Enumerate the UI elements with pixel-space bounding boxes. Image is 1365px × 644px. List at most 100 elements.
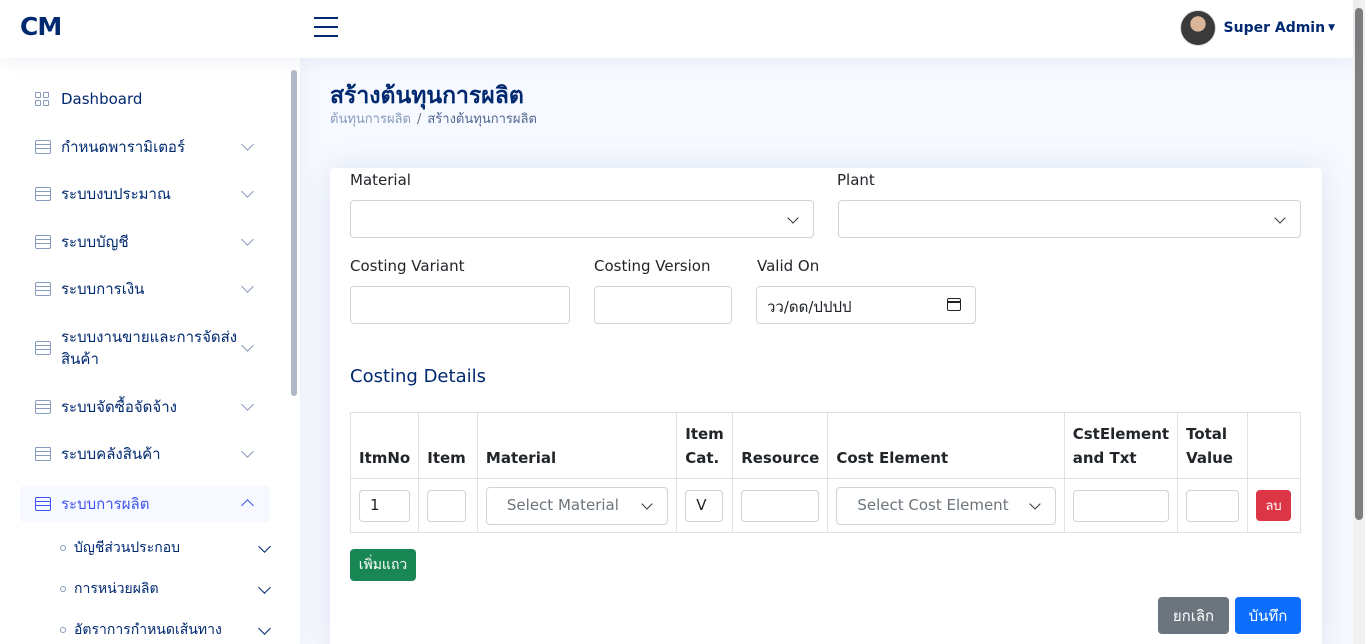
valid-on-date-input[interactable]: วว/ดด/ปปปป [756, 286, 976, 324]
chevron-down-icon [258, 622, 271, 635]
material-select[interactable] [350, 200, 814, 238]
chevron-down-icon [241, 233, 254, 246]
sidebar-item-finance[interactable]: ระบบการเงิน [20, 278, 270, 300]
itmno-input[interactable]: 1 [359, 489, 411, 522]
sidebar-subitem-routing[interactable]: อัตราการกำหนดเส้นทาง [60, 621, 275, 639]
sidebar-item-inventory[interactable]: ระบบคลังสินค้า [20, 443, 270, 465]
page-scrollbar-thumb[interactable] [1355, 8, 1363, 520]
col-material: Material [476, 412, 678, 479]
circle-icon [60, 586, 66, 592]
menu-icon [35, 497, 51, 511]
cell-item [418, 478, 478, 533]
item-cat-input[interactable]: V [685, 489, 724, 522]
cst-element-txt-input[interactable] [1072, 489, 1170, 522]
sidebar-item-label: ระบบบัญชี [61, 233, 129, 251]
sidebar-item-label: กำหนดพารามิเตอร์ [61, 138, 185, 156]
sidebar-item-label: ระบบจัดซื้อจัดจ้าง [61, 398, 177, 416]
col-cost-element: Cost Element [827, 412, 1065, 479]
calendar-icon[interactable] [947, 298, 961, 311]
sidebar-scrollbar[interactable] [290, 58, 298, 644]
sidebar-item-label-line2: สินค้า [61, 350, 99, 368]
caret-down-icon[interactable]: ▼ [1328, 23, 1335, 33]
sidebar-item-dashboard[interactable]: Dashboard [20, 88, 270, 110]
avatar[interactable] [1179, 10, 1216, 46]
menu-icon [35, 140, 51, 154]
menu-icon [35, 341, 51, 355]
sidebar-item-budget[interactable]: ระบบงบประมาณ [20, 183, 270, 205]
valid-on-label: Valid On [757, 257, 820, 275]
total-value-input[interactable] [1186, 489, 1240, 522]
plant-select[interactable] [838, 200, 1301, 238]
sidebar-item-label-line1: ระบบงานขายและการจัดส่ง [61, 328, 238, 346]
sidebar-item-procurement[interactable]: ระบบจัดซื้อจัดจ้าง [20, 396, 270, 418]
sidebar: Dashboard กำหนดพารามิเตอร์ ระบบงบประมาณ … [0, 58, 300, 644]
box-icon [35, 447, 51, 461]
breadcrumb-link[interactable]: ต้นทุนการผลิต [330, 112, 411, 127]
table-header-row: ItmNo Item Material Item Cat. Resource Co… [349, 412, 1301, 479]
col-actions [1247, 412, 1301, 479]
chevron-down-icon [258, 540, 271, 553]
material-label: Material [350, 171, 411, 189]
app-logo[interactable]: CM [20, 12, 62, 41]
chevron-down-icon [241, 339, 254, 352]
sidebar-item-sales[interactable]: ระบบงานขายและการจัดส่ง สินค้า [20, 326, 270, 370]
costing-version-input[interactable] [594, 286, 732, 324]
sidebar-subitem-label: อัตราการกำหนดเส้นทาง [74, 622, 222, 638]
top-header: CM Super Admin ▼ [0, 0, 1353, 58]
sidebar-item-label: ระบบคลังสินค้า [61, 445, 161, 463]
sidebar-item-accounting[interactable]: ระบบบัญชี [20, 231, 270, 253]
breadcrumb-current: สร้างต้นทุนการผลิต [427, 112, 537, 127]
select-cost-element-placeholder: Select Cost Element [857, 495, 1009, 514]
profile-name[interactable]: Super Admin [1224, 20, 1326, 36]
add-row-button[interactable]: เพิ่มแถว [350, 549, 416, 581]
sidebar-subitem-label: การหน่วยผลิต [74, 581, 159, 597]
cell-total-value [1177, 478, 1249, 533]
chevron-down-icon [787, 212, 799, 224]
select-material[interactable]: Select Material [485, 486, 669, 525]
menu-toggle-icon[interactable] [314, 17, 338, 37]
sidebar-subitem-bom[interactable]: บัญชีส่วนประกอบ [60, 539, 275, 557]
menu-icon [35, 235, 51, 249]
select-cost-element[interactable]: Select Cost Element [836, 486, 1056, 525]
delete-row-button[interactable]: ลบ [1256, 490, 1292, 521]
sidebar-subitem-work-center[interactable]: การหน่วยผลิต [60, 580, 275, 598]
cell-cost-element: Select Cost Element [827, 478, 1065, 533]
col-resource: Resource [732, 412, 829, 479]
costing-variant-input[interactable] [350, 286, 570, 324]
plant-label: Plant [837, 171, 875, 189]
item-input[interactable] [427, 489, 467, 522]
cell-cst-element-txt [1063, 478, 1179, 533]
costing-version-label: Costing Version [594, 257, 711, 275]
resource-input[interactable] [741, 489, 820, 522]
menu-icon [35, 400, 51, 414]
col-total-value: Total Value [1177, 412, 1249, 479]
save-button[interactable]: บันทึก [1235, 597, 1301, 634]
sidebar-item-label: ระบบงานขายและการจัดส่ง สินค้า [61, 326, 237, 370]
page-scrollbar[interactable] [1353, 0, 1365, 644]
chevron-down-icon [241, 280, 254, 293]
form-card: Material Plant Costing Variant Costing V… [330, 168, 1322, 644]
breadcrumb: ต้นทุนการผลิต / สร้างต้นทุนการผลิต [330, 108, 537, 129]
chevron-down-icon [241, 185, 254, 198]
chevron-down-icon [1029, 497, 1041, 510]
circle-icon [60, 627, 66, 633]
sidebar-item-label: ระบบการผลิต [61, 495, 150, 513]
col-cst-element-txt: CstElement and Txt [1063, 412, 1179, 479]
sidebar-item-production[interactable]: ระบบการผลิต [20, 486, 270, 522]
chevron-down-icon [241, 445, 254, 458]
chevron-down-icon [241, 398, 254, 411]
cell-actions: ลบ [1247, 478, 1301, 533]
col-item-cat: Item Cat. [676, 412, 734, 479]
grid-icon [35, 92, 51, 106]
sidebar-item-parameters[interactable]: กำหนดพารามิเตอร์ [20, 136, 270, 158]
menu-icon [35, 282, 51, 296]
chevron-down-icon [258, 581, 271, 594]
menu-icon [35, 187, 51, 201]
cell-item-cat: V [676, 478, 734, 533]
select-material-placeholder: Select Material [506, 495, 619, 514]
cancel-button[interactable]: ยกเลิก [1158, 597, 1229, 634]
chevron-up-icon [241, 499, 254, 512]
breadcrumb-separator: / [416, 112, 422, 127]
costing-details-table: ItmNo Item Material Item Cat. Resource Co… [349, 412, 1301, 533]
profile-menu[interactable]: Super Admin ▼ [1179, 10, 1335, 46]
